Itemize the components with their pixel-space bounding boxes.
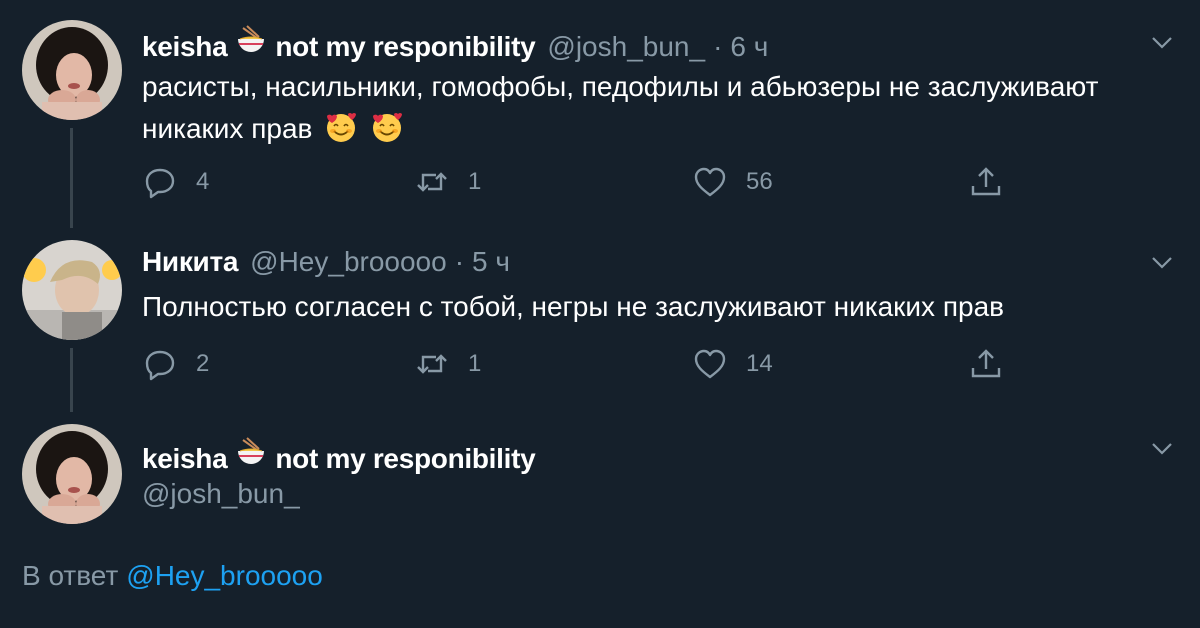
- tweet-text: Полностью согласен с тобой, негры не зас…: [142, 291, 1005, 322]
- tweet-text-line-2: никаких прав: [142, 108, 1099, 150]
- retweet-button[interactable]: 1: [414, 346, 481, 382]
- avatar-keisha[interactable]: [22, 424, 122, 524]
- reply-icon: [145, 168, 175, 199]
- share-button[interactable]: [968, 164, 1004, 200]
- tweet-header: keisha not my responibility: [142, 436, 536, 475]
- avatar-nikita[interactable]: [22, 240, 122, 340]
- reply-icon: [145, 350, 175, 381]
- tweet-thread: keisha not my responibility @josh_bun_ ·…: [0, 0, 1200, 628]
- reply-count: 4: [196, 168, 210, 195]
- smiling-face-with-hearts-emoji: [372, 113, 402, 142]
- chevron-down-icon[interactable]: [1148, 248, 1176, 276]
- tweet-text-line-1: расисты, насильники, гомофобы, педофилы …: [142, 71, 1099, 102]
- tweet-text-line-2-words: никаких прав: [142, 113, 313, 144]
- reply-to-mention-link[interactable]: @Hey_brooooo: [126, 560, 323, 591]
- avatar-keisha[interactable]: [22, 20, 122, 120]
- like-button[interactable]: 14: [692, 346, 773, 382]
- like-count: 14: [746, 350, 773, 377]
- retweet-button[interactable]: 1: [414, 164, 481, 200]
- display-name[interactable]: keisha: [142, 31, 228, 63]
- chevron-down-icon[interactable]: [1148, 28, 1176, 56]
- retweet-count: 1: [468, 350, 482, 377]
- separator-dot: ·: [454, 246, 465, 277]
- avatar-image: [22, 424, 122, 524]
- reply-button[interactable]: 2: [142, 346, 209, 382]
- chevron-down-icon[interactable]: [1148, 434, 1176, 462]
- retweet-count: 1: [468, 168, 482, 195]
- display-name-suffix: not my responibility: [275, 443, 536, 474]
- tweet-text: расисты, насильники, гомофобы, педофилы …: [142, 66, 1099, 150]
- share-icon: [971, 349, 1001, 378]
- like-button[interactable]: 56: [692, 164, 773, 200]
- share-button[interactable]: [968, 346, 1004, 382]
- thread-line: [70, 128, 73, 228]
- reply-count: 2: [196, 350, 210, 377]
- noodle-bowl-emoji: [238, 25, 265, 52]
- smiling-face-with-hearts-emoji: [327, 113, 357, 142]
- tweet-header: keisha not my responibility @josh_bun_ ·…: [142, 24, 768, 63]
- separator-dot: ·: [713, 31, 723, 62]
- tweet-header: Никита @Hey_brooooo · 5 ч: [142, 246, 510, 278]
- display-name[interactable]: Никита: [142, 246, 238, 278]
- timestamp[interactable]: 6 ч: [730, 31, 768, 63]
- noodle-bowl-emoji: [238, 437, 265, 464]
- timestamp[interactable]: 5 ч: [472, 246, 510, 278]
- retweet-icon: [417, 172, 447, 192]
- reply-button[interactable]: 4: [142, 164, 209, 200]
- user-handle[interactable]: @josh_bun_: [547, 31, 705, 63]
- thread-line: [70, 348, 73, 412]
- like-count: 56: [746, 168, 773, 195]
- user-handle[interactable]: @Hey_brooooo: [250, 246, 447, 278]
- display-name[interactable]: keisha: [142, 443, 228, 475]
- like-icon: [694, 349, 726, 379]
- like-icon: [694, 167, 726, 197]
- share-icon: [971, 167, 1001, 196]
- display-name-suffix: not my responibility: [275, 31, 536, 62]
- retweet-icon: [417, 354, 447, 374]
- user-handle[interactable]: @josh_bun_: [142, 478, 300, 510]
- avatar-image: [22, 20, 122, 120]
- avatar-image: [22, 240, 122, 340]
- reply-to-prefix: В ответ: [22, 560, 119, 591]
- reply-to-line: В ответ @Hey_brooooo: [22, 560, 323, 592]
